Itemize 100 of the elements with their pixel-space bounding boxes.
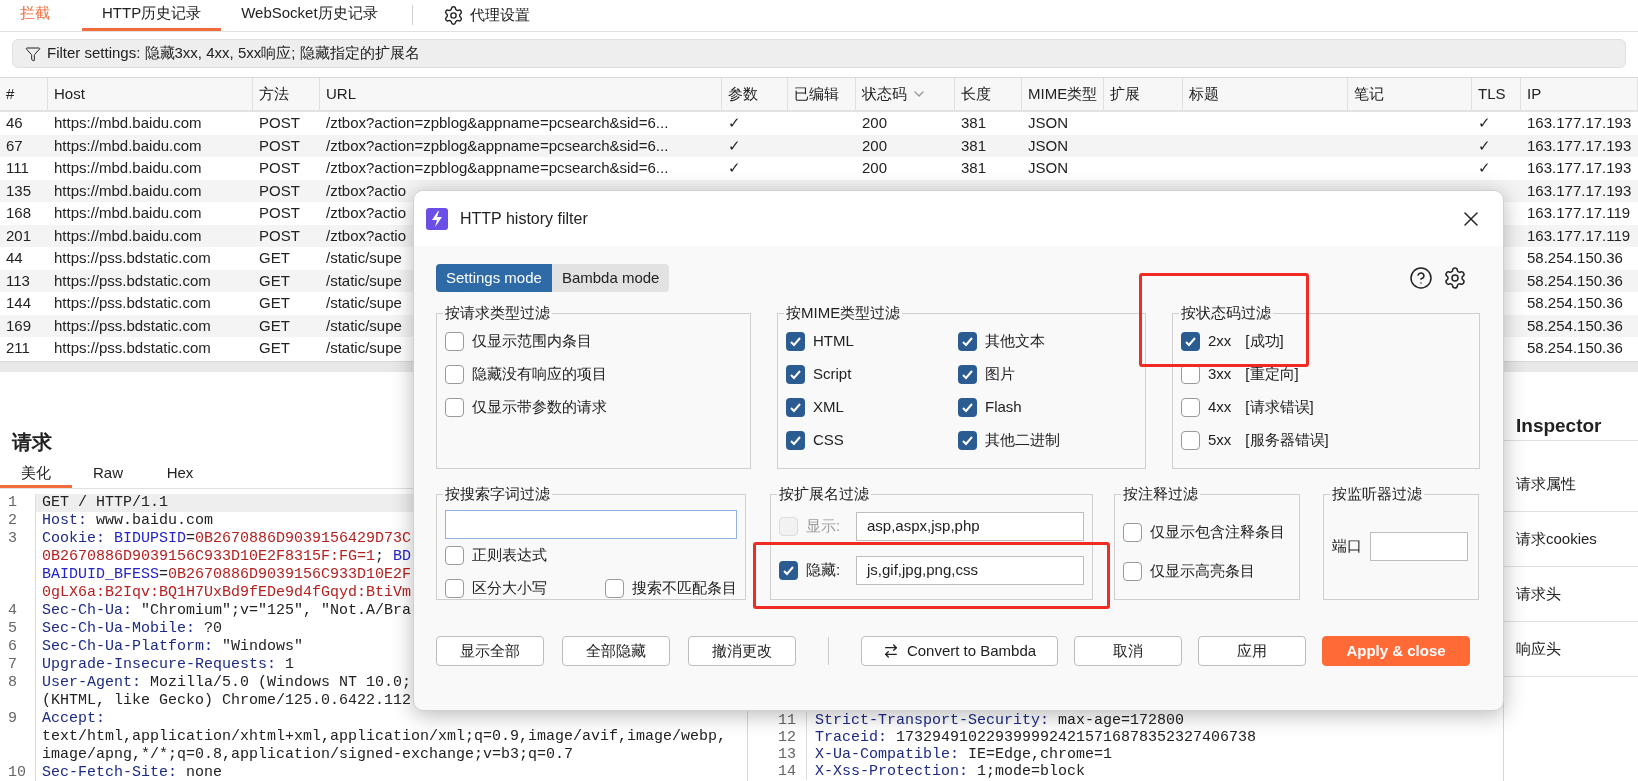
checkbox[interactable] (779, 560, 798, 580)
checkbox[interactable] (445, 331, 464, 351)
group-title: 按请求类型过滤 (444, 303, 551, 323)
table-cell-text: 163.177.17.193 (1527, 113, 1632, 133)
table-cell-text: /static/supe (326, 270, 402, 291)
table-cell-text: 163.177.17.119 (1527, 225, 1631, 246)
table-cell-text: /ztbox?action=zpblog&appname=pcsearch&sid=6... (326, 158, 669, 178)
filter-icon (25, 45, 41, 62)
tab[interactable]: Hex (144, 462, 216, 488)
dialog-title: HTTP history filter (460, 208, 588, 229)
column-header[interactable]: MIME类型 (1022, 78, 1104, 110)
checkbox[interactable] (1181, 397, 1200, 417)
table-cell-text: 169 (6, 315, 32, 336)
checkbox[interactable] (958, 397, 977, 417)
table-cell-text: 113 (6, 270, 30, 291)
table-cell-text: /ztbox?actio (326, 203, 407, 223)
table-cell-text: POST (259, 203, 300, 223)
checkbox-label: 隐藏没有响应的项目 (472, 363, 607, 384)
line-number: 5 (8, 619, 17, 637)
code-line: 0B2670886D9039156C933D10E2F8315F:FG=1; BD (41, 547, 412, 566)
table-cell-text: GET (259, 315, 290, 336)
checkbox[interactable] (958, 364, 977, 384)
checkbox[interactable] (1123, 522, 1142, 542)
column-header[interactable]: 方法 (253, 78, 320, 110)
group-title: 按搜索字词过滤 (444, 484, 551, 504)
checkbox[interactable] (786, 397, 805, 417)
dialog-button[interactable]: 显示全部 (436, 636, 544, 666)
table-cell-text: 163.177.17.119 (1527, 203, 1631, 223)
column-header[interactable]: 长度 (955, 78, 1022, 110)
checkbox[interactable] (958, 430, 977, 450)
table-cell-text: https://pss.bdstatic.com (54, 248, 211, 268)
column-header[interactable]: 状态码 (856, 78, 955, 110)
checkbox[interactable] (1123, 561, 1142, 581)
checkbox[interactable] (1181, 430, 1200, 450)
dialog-button[interactable]: 应用 (1198, 636, 1306, 666)
table-cell-text: GET (259, 293, 290, 313)
column-header[interactable]: Host (48, 78, 253, 110)
checkbox-label: 其他二进制 (985, 429, 1060, 450)
checkbox[interactable] (786, 430, 805, 450)
column-header[interactable]: 已编辑 (788, 78, 856, 110)
checkbox-label: XML (813, 396, 844, 417)
column-header[interactable]: URL (320, 78, 722, 110)
checkbox[interactable] (445, 397, 464, 417)
checkbox[interactable] (605, 578, 624, 598)
filter-bar[interactable]: Filter settings: 隐藏3xx, 4xx, 5xx响应; 隐藏指定的扩展名 (12, 39, 1626, 68)
table-cell-text: 58.254.150.36 (1527, 293, 1623, 313)
column-header[interactable]: # (0, 78, 48, 110)
tab[interactable]: HTTP历史记录 (82, 0, 222, 31)
checkbox-note: [成功] (1245, 330, 1284, 351)
table-cell-text: ✓ (728, 113, 741, 133)
checkbox[interactable] (445, 545, 464, 565)
settings-icon[interactable] (1443, 266, 1467, 290)
line-number: 7 (8, 655, 17, 673)
checkbox-label: 2xx (1208, 330, 1232, 351)
code-line: X-Ua-Compatible: IE=Edge,chrome=1 (806, 746, 1113, 763)
checkbox-label: 图片 (985, 363, 1015, 384)
proxy-settings-button[interactable]: 代理设置 (426, 0, 546, 31)
table-cell-text: /ztbox?action=zpblog&appname=pcsearch&sid=6... (326, 113, 669, 133)
dialog-button[interactable]: 取消 (1074, 636, 1182, 666)
column-header[interactable]: 扩展 (1104, 78, 1183, 110)
mode-tab[interactable]: Settings mode (436, 264, 552, 292)
checkbox[interactable] (1181, 331, 1200, 351)
tab[interactable]: Raw (72, 462, 144, 488)
code-line: GET / HTTP/1.1 (41, 493, 169, 512)
checkbox[interactable] (445, 578, 464, 598)
code-line: text/html,application/xhtml+xml,application/xml;q=0.9,image/avif,image/webp, (41, 727, 727, 746)
help-icon[interactable] (1409, 266, 1433, 290)
dialog-button[interactable]: 全部隐藏 (562, 636, 670, 666)
code-line: Host: www.baidu.com (41, 511, 214, 530)
table-cell-text: 168 (6, 203, 32, 223)
checkbox-label: 3xx (1208, 363, 1232, 384)
table-cell-text: 144 (6, 293, 32, 313)
checkbox-note: [重定向] (1245, 363, 1299, 384)
table-cell-text: ✓ (1478, 113, 1491, 133)
column-header[interactable]: 参数 (722, 78, 788, 110)
column-header[interactable]: 笔记 (1348, 78, 1472, 110)
checkbox[interactable] (786, 331, 805, 351)
table-cell-text: JSON (1028, 113, 1068, 133)
tab[interactable]: WebSocket历史记录 (221, 0, 398, 31)
column-header[interactable]: TLS (1472, 78, 1521, 110)
checkbox[interactable] (958, 331, 977, 351)
tab[interactable]: 美化 (0, 462, 72, 488)
checkbox-label: 搜索不匹配条目 (632, 577, 737, 598)
port-field[interactable] (1370, 531, 1468, 561)
line-number: 12 (777, 729, 797, 746)
search-field[interactable] (445, 509, 737, 539)
checkbox-label: 正则表达式 (472, 544, 547, 565)
group-title: 按注释过滤 (1122, 484, 1199, 504)
column-header[interactable]: IP (1521, 78, 1638, 110)
group-title: 按监听器过滤 (1331, 484, 1423, 504)
table-cell-text: /ztbox?actio (326, 180, 407, 201)
checkbox[interactable] (445, 364, 464, 384)
extension-field[interactable]: js,gif,jpg,png,css (856, 555, 1084, 585)
mode-tab[interactable]: Bambda mode (551, 264, 670, 292)
table-cell-text: https://mbd.baidu.com (54, 203, 202, 223)
checkbox[interactable] (786, 364, 805, 384)
table-cell-text: 381 (961, 158, 987, 178)
column-header[interactable]: 标题 (1183, 78, 1348, 110)
dialog-button[interactable]: 撤消更改 (688, 636, 796, 666)
dialog-button[interactable]: Convert to Bambda (861, 636, 1058, 666)
